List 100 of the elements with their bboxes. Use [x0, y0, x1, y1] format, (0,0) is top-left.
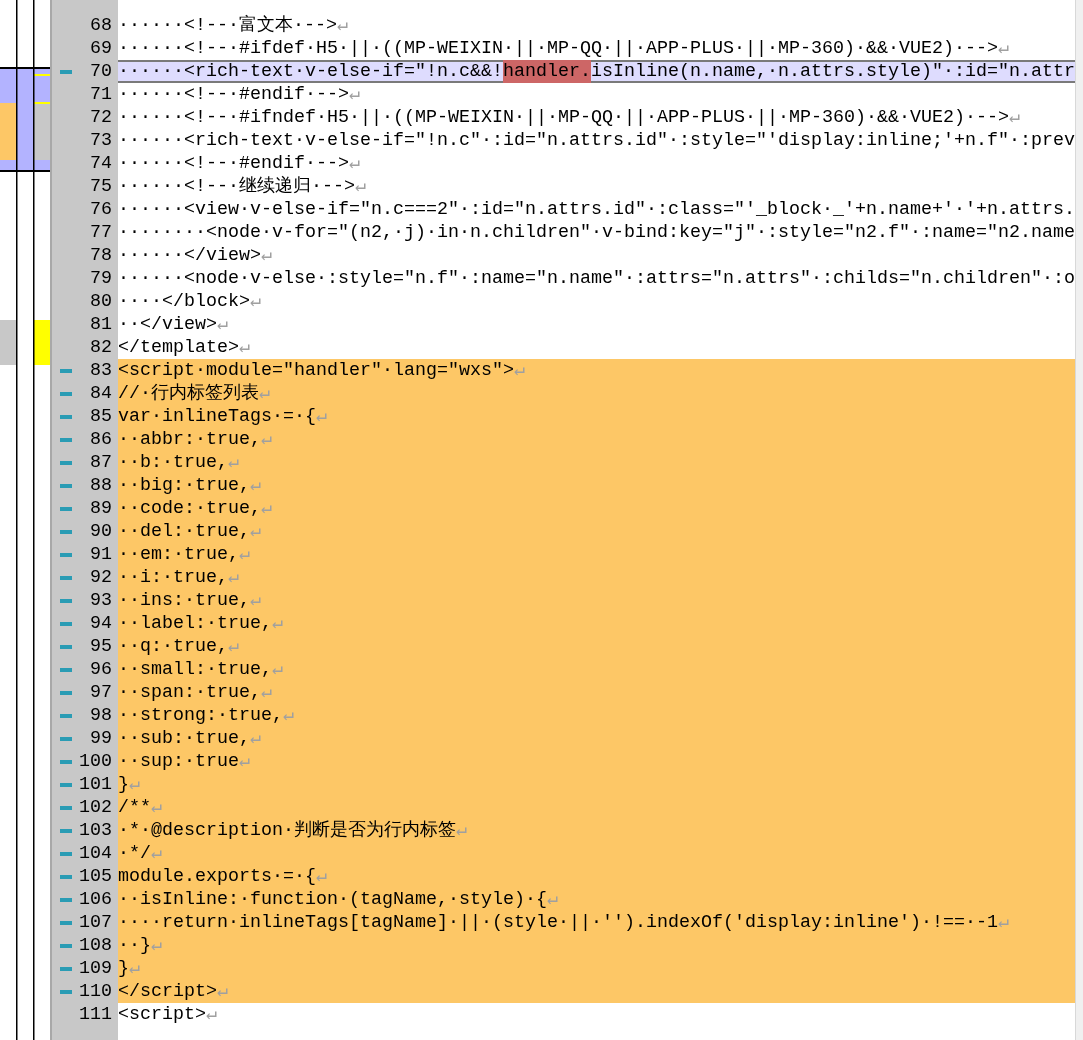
code-text: ··isInline:·function·(tagName,·style)·{ [118, 888, 547, 911]
line-number: 69 [90, 37, 112, 60]
scrollbar-track[interactable] [1075, 0, 1083, 1040]
line-end-marker: ↵ [272, 658, 284, 681]
line-end-marker: ↵ [261, 497, 273, 520]
line-end-marker: ↵ [1008, 106, 1020, 129]
line-number: 95 [90, 635, 112, 658]
line-number: 106 [79, 888, 112, 911]
line-number: 72 [90, 106, 112, 129]
code-text: ··sup:·true [118, 750, 239, 773]
line-number: 99 [90, 727, 112, 750]
code-text: ······<rich-text·v-else-if="!n.c"·:id="n.attrs.id"·:style="'display:inline;'+n.f"·:prev [118, 129, 1075, 152]
line-end-marker: ↵ [513, 359, 525, 382]
line-end-marker: ↵ [239, 336, 251, 359]
code-text: ····</block> [118, 290, 250, 313]
line-end-marker: ↵ [129, 957, 141, 980]
line-end-marker: ↵ [250, 290, 262, 313]
line-number: 75 [90, 175, 112, 198]
line-end-marker: ↵ [283, 704, 295, 727]
line-number: 104 [79, 842, 112, 865]
line-end-marker: ↵ [316, 405, 328, 428]
search-match-highlight: handler. [502, 60, 591, 83]
code-text: ··code:·true, [118, 497, 261, 520]
code-text: } [118, 773, 129, 796]
code-text: ··q:·true, [118, 635, 228, 658]
line-end-marker: ↵ [250, 474, 262, 497]
code-text: <script> [118, 1003, 206, 1026]
line-number: 101 [79, 773, 112, 796]
code-text: isInline(n.name,·n.attrs.style)"·:id="n.attr [590, 60, 1075, 83]
code-text: ··sub:·true, [118, 727, 250, 750]
code-text: ··del:·true, [118, 520, 250, 543]
line-number: 96 [90, 658, 112, 681]
line-end-marker: ↵ [228, 635, 240, 658]
line-end-marker: ↵ [261, 428, 273, 451]
code-text: ··</view> [118, 313, 217, 336]
code-text: ·*/ [118, 842, 151, 865]
line-number: 80 [90, 290, 112, 313]
code-text: ······<!--·#ifdef·H5·||·((MP-WEIXIN·||·MP-QQ·||·APP-PLUS·||·MP-360)·&&·VUE2)·--> [118, 37, 998, 60]
line-end-marker: ↵ [546, 888, 558, 911]
code-text: ······<rich-text·v-else-if="!n.c&&! [118, 60, 503, 83]
line-end-marker: ↵ [239, 750, 251, 773]
line-number: 103 [79, 819, 112, 842]
line-number: 76 [90, 198, 112, 221]
code-text: module.exports·=·{ [118, 865, 316, 888]
line-number: 84 [90, 382, 112, 405]
line-number: 111 [79, 1003, 112, 1026]
line-end-marker: ↵ [250, 727, 262, 750]
line-number: 85 [90, 405, 112, 428]
line-number: 98 [90, 704, 112, 727]
code-text: } [118, 957, 129, 980]
line-number: 79 [90, 267, 112, 290]
line-end-marker: ↵ [349, 83, 361, 106]
code-text: ··i:·true, [118, 566, 228, 589]
line-end-marker: ↵ [259, 382, 271, 405]
code-text: ······<!--·#ifndef·H5·||·((MP-WEIXIN·||·MP-QQ·||·APP-PLUS·||·MP-360)·&&·VUE2)·--> [118, 106, 1009, 129]
line-number: 74 [90, 152, 112, 175]
line-end-marker: ↵ [228, 566, 240, 589]
line-end-marker: ↵ [228, 451, 240, 474]
line-end-marker: ↵ [272, 612, 284, 635]
line-end-marker: ↵ [456, 819, 468, 842]
line-number: 70 [90, 60, 112, 83]
line-number: 83 [90, 359, 112, 382]
code-text: ····return·inlineTags[tagName]·||·(style·||·'').indexOf('display:inline')·!==·-1 [118, 911, 998, 934]
code-text: </script> [118, 980, 217, 1003]
line-end-marker: ↵ [206, 1003, 218, 1026]
code-text: ······<view·v-else-if="n.c===2"·:id="n.attrs.id"·:class="'_block·_'+n.name+'·'+n.attrs. [118, 198, 1075, 221]
code-text: </template> [118, 336, 239, 359]
line-number: 97 [90, 681, 112, 704]
line-end-marker: ↵ [250, 589, 262, 612]
code-text: ······<node·v-else·:style="n.f"·:name="n.name"·:attrs="n.attrs"·:childs="n.children"·:o [118, 267, 1075, 290]
line-number: 93 [90, 589, 112, 612]
line-number: 91 [90, 543, 112, 566]
line-number: 100 [79, 750, 112, 773]
line-end-marker: ↵ [217, 313, 229, 336]
line-end-marker: ↵ [151, 842, 163, 865]
line-number: 108 [79, 934, 112, 957]
line-number: 105 [79, 865, 112, 888]
line-number: 92 [90, 566, 112, 589]
line-end-marker: ↵ [151, 796, 163, 819]
code-text: ··em:·true, [118, 543, 239, 566]
code-text: ··label:·true, [118, 612, 272, 635]
line-number: 88 [90, 474, 112, 497]
line-number: 82 [90, 336, 112, 359]
code-text: ······<!--·#endif·--> [118, 152, 349, 175]
line-end-marker: ↵ [217, 980, 229, 1003]
line-end-marker: ↵ [151, 934, 163, 957]
code-text: /** [118, 796, 151, 819]
line-number: 71 [90, 83, 112, 106]
line-number: 73 [90, 129, 112, 152]
code-text: ··} [118, 934, 151, 957]
code-text: ··strong:·true, [118, 704, 283, 727]
line-end-marker: ↵ [261, 244, 273, 267]
line-number: 90 [90, 520, 112, 543]
line-number: 87 [90, 451, 112, 474]
line-end-marker: ↵ [239, 543, 251, 566]
code-text: ··ins:·true, [118, 589, 250, 612]
line-number: 102 [79, 796, 112, 819]
code-text: ··span:·true, [118, 681, 261, 704]
line-number: 107 [79, 911, 112, 934]
line-number: 78 [90, 244, 112, 267]
